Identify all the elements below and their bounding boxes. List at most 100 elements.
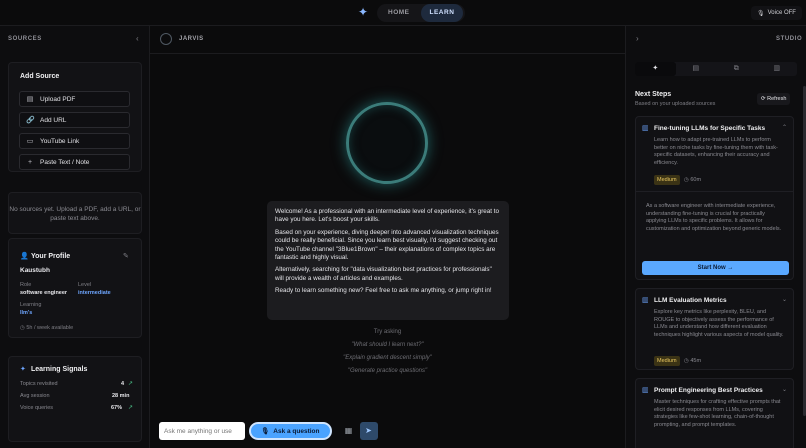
start-now-button[interactable]: Start Now → <box>642 261 789 275</box>
plus-icon: + <box>27 158 33 166</box>
learning-value: llm's <box>20 310 33 316</box>
collapse-left-icon[interactable]: ‹ <box>136 34 139 43</box>
studio-tabs: ✦ ▤ ⧉ ▥ <box>635 62 797 76</box>
clock-icon: ◷ <box>20 325 25 331</box>
agent-name: JARVIS <box>179 36 204 42</box>
calendar-icon[interactable]: ▦ <box>342 424 356 438</box>
step-title: LLM Evaluation Metrics <box>654 297 727 304</box>
app-root: ✦ HOME LEARN 🎙 Voice OFF SOURCES ‹ Add S… <box>0 0 806 448</box>
role-label: Role <box>20 282 32 288</box>
jarvis-icon <box>160 33 172 45</box>
profile-name: Kaustubh <box>20 267 50 274</box>
step-description: Master techniques for crafting effective… <box>654 399 781 428</box>
role-value: software engineer <box>20 290 68 296</box>
difficulty-badge: Medium <box>654 175 680 185</box>
profile-card: 👤 Your Profile ✎ Kaustubh Role software … <box>8 238 142 338</box>
chat-input-bar: 🎙 Ask a question ▦ ➤ <box>159 422 378 440</box>
message-paragraph: Welcome! As a professional with an inter… <box>275 208 500 224</box>
book-icon: ▥ <box>642 125 649 132</box>
nav-home[interactable]: HOME <box>379 4 419 22</box>
next-step-card[interactable]: ▥ Prompt Engineering Best Practices ⌄ Ma… <box>635 378 794 448</box>
voice-toggle[interactable]: 🎙 Voice OFF <box>751 6 802 20</box>
step-description: Learn how to adapt pre-trained LLMs to p… <box>654 137 778 166</box>
youtube-link-button[interactable]: ▭ YouTube Link <box>19 133 130 149</box>
signal-value: 4 <box>121 381 125 387</box>
paste-text-button[interactable]: + Paste Text / Note <box>19 154 130 170</box>
chat-area: JARVIS Welcome! As a professional with a… <box>150 26 625 448</box>
studio-panel: › STUDIO ✦ ▤ ⧉ ▥ Next Steps Based on you… <box>625 26 806 448</box>
message-paragraph: Based on your experience, diving deeper … <box>275 228 499 262</box>
profile-title: Your Profile <box>31 253 71 260</box>
signal-label: Avg session <box>20 393 50 399</box>
link-icon: 🔗 <box>26 117 35 124</box>
signal-value: 28 min <box>112 393 130 399</box>
signal-label: Voice queries <box>20 405 54 411</box>
next-steps-title: Next Steps <box>635 91 672 98</box>
try-asking-label: Try asking <box>373 329 402 335</box>
suggestion[interactable]: "Explain gradient descent simply" <box>150 355 625 361</box>
voice-label: Voice OFF <box>767 10 796 16</box>
trend-up-icon: ↗ <box>128 381 134 387</box>
signals-title: Learning Signals <box>31 366 88 373</box>
empty-sources-text: No sources yet. Upload a PDF, add a URL,… <box>8 192 142 234</box>
studio-title: STUDIO <box>776 36 803 42</box>
book-icon: ▥ <box>642 297 649 304</box>
chat-header: JARVIS <box>150 26 625 54</box>
tab-next-steps[interactable]: ✦ <box>635 62 676 76</box>
add-source-title: Add Source <box>20 73 60 80</box>
microphone-icon: 🎙 <box>757 10 765 17</box>
expand-right-icon[interactable]: › <box>636 34 639 43</box>
duration: ◷ 45m <box>684 358 702 364</box>
next-step-card[interactable]: ▥ LLM Evaluation Metrics ⌄ Explore key m… <box>635 288 794 370</box>
chevron-up-icon[interactable]: ⌃ <box>782 124 787 131</box>
refresh-button[interactable]: ⟳ Refresh <box>757 93 791 105</box>
divider <box>636 191 793 192</box>
top-bar: ✦ HOME LEARN 🎙 Voice OFF <box>0 0 806 26</box>
message-paragraph: Ready to learn something new? Feel free … <box>275 287 492 295</box>
difficulty-badge: Medium <box>654 356 680 366</box>
trend-up-icon: ↗ <box>128 405 134 411</box>
tab-stats[interactable]: ▥ <box>757 62 798 76</box>
main-nav: HOME LEARN <box>377 4 466 22</box>
clock-icon: ◷ <box>684 358 689 364</box>
sources-title: SOURCES <box>8 36 42 42</box>
sparkle-icon: ✦ <box>20 366 26 373</box>
step-description: Explore key metrics like perplexity, BLE… <box>654 309 784 338</box>
nav-learn[interactable]: LEARN <box>420 4 464 22</box>
chevron-down-icon[interactable]: ⌄ <box>782 296 787 303</box>
user-icon: 👤 <box>20 253 29 260</box>
voice-orb[interactable] <box>346 102 428 184</box>
upload-pdf-button[interactable]: ▤ Upload PDF <box>19 91 130 107</box>
refresh-icon: ⟳ <box>761 96 766 102</box>
signal-label: Topics revisited <box>20 381 58 387</box>
book-icon: ▥ <box>642 387 649 394</box>
send-icon[interactable]: ➤ <box>359 422 378 440</box>
edit-icon[interactable]: ✎ <box>123 252 129 260</box>
suggestion[interactable]: "What should I learn next?" <box>150 342 625 348</box>
next-step-card[interactable]: ▥ Fine-tuning LLMs for Specific Tasks ⌃ … <box>635 116 794 280</box>
message-paragraph: Alternatively, searching for "data visua… <box>275 266 492 282</box>
sparkle-icon[interactable]: ✦ <box>355 4 371 20</box>
chevron-down-icon[interactable]: ⌄ <box>782 386 787 393</box>
step-detail: As a software engineer with intermediate… <box>646 203 782 232</box>
clock-icon: ◷ <box>684 177 689 183</box>
ask-question-button[interactable]: 🎙 Ask a question <box>249 422 332 440</box>
level-label: Level <box>78 282 92 288</box>
assistant-message: Welcome! As a professional with an inter… <box>267 201 509 320</box>
level-value: intermediate <box>78 290 111 296</box>
learning-label: Learning <box>20 302 42 308</box>
learning-signals-card: ✦ Learning Signals Topics revisited 4 ↗ … <box>8 356 142 442</box>
tab-map[interactable]: ⧉ <box>716 62 757 76</box>
microphone-icon: 🎙 <box>261 428 270 435</box>
tab-notes[interactable]: ▤ <box>676 62 717 76</box>
sources-panel: SOURCES ‹ Add Source ▤ Upload PDF 🔗 Add UR… <box>0 26 150 448</box>
document-icon: ▤ <box>26 96 34 103</box>
chat-input[interactable] <box>159 422 245 440</box>
availability: ◷ 5h / week available <box>20 325 74 331</box>
duration: ◷ 60m <box>684 177 702 183</box>
video-icon: ▭ <box>26 138 34 145</box>
next-steps-subtitle: Based on your uploaded sources <box>635 101 716 107</box>
add-url-button[interactable]: 🔗 Add URL <box>19 112 130 128</box>
signal-value: 67% <box>111 405 123 411</box>
suggestion[interactable]: "Generate practice questions" <box>150 368 625 374</box>
